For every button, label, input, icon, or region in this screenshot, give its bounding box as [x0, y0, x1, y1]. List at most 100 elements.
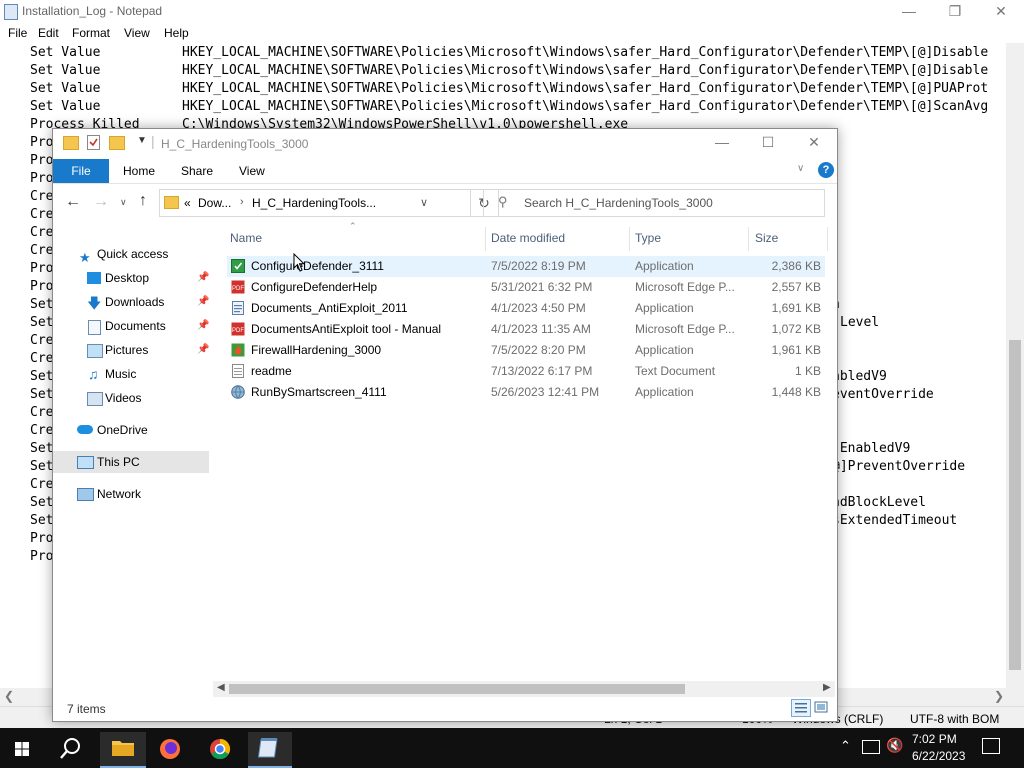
explorer-maximize-button[interactable]: ☐: [745, 131, 791, 154]
explorer-title: H_C_HardeningTools_3000: [161, 137, 308, 151]
menu-file[interactable]: File: [8, 26, 27, 40]
volume-muted-icon[interactable]: 🔇: [886, 737, 903, 754]
search-taskbar-button[interactable]: [50, 732, 90, 766]
nav-music[interactable]: ♫ Music: [53, 363, 209, 385]
file-row[interactable]: Documents_AntiExploit_2011 4/1/2023 4:50…: [227, 298, 825, 319]
menu-format[interactable]: Format: [72, 26, 110, 40]
address-dropdown-icon[interactable]: ∨: [420, 196, 428, 209]
menu-help[interactable]: Help: [164, 26, 189, 40]
folder-icon: [63, 136, 79, 150]
menu-view[interactable]: View: [124, 26, 150, 40]
log-fragment: Pro: [30, 134, 53, 152]
notepad-scroll-thumb[interactable]: [1009, 340, 1021, 670]
search-input[interactable]: Search H_C_HardeningTools_3000: [524, 196, 713, 210]
clock-time[interactable]: 7:02 PM: [912, 732, 957, 746]
nav-downloads[interactable]: 🡇 Downloads 📌: [53, 291, 209, 313]
file-explorer-taskbar-icon[interactable]: [100, 732, 146, 768]
tab-home[interactable]: Home: [123, 164, 155, 178]
column-divider[interactable]: [485, 227, 486, 251]
tab-share[interactable]: Share: [181, 164, 213, 178]
menu-edit[interactable]: Edit: [38, 26, 59, 40]
up-arrow-icon[interactable]: ↑: [139, 192, 147, 210]
new-folder-icon[interactable]: [109, 136, 125, 150]
notepad-maximize-button[interactable]: ❐: [932, 0, 978, 23]
start-button[interactable]: [2, 732, 42, 766]
star-icon: ★: [79, 247, 93, 259]
scroll-left-icon[interactable]: ❮: [4, 689, 14, 703]
file-row[interactable]: ConfigureDefender_3111 7/5/2022 8:19 PM …: [227, 256, 825, 277]
file-list-horizontal-scrollbar[interactable]: ◀ ▶: [213, 681, 835, 697]
explorer-minimize-button[interactable]: —: [699, 131, 745, 154]
properties-icon[interactable]: [87, 135, 100, 150]
column-divider[interactable]: [748, 227, 749, 251]
recent-locations-icon[interactable]: ∨: [120, 197, 127, 208]
tab-view[interactable]: View: [239, 164, 265, 178]
nav-quick-access[interactable]: ★ Quick access: [53, 243, 209, 265]
expand-ribbon-icon[interactable]: ∨: [797, 163, 804, 174]
address-bar[interactable]: « Dow... › H_C_HardeningTools... ∨: [159, 189, 471, 217]
pdf-icon: PDF: [231, 280, 245, 294]
pin-icon[interactable]: 📌: [197, 267, 209, 289]
horizontal-scroll-thumb[interactable]: [229, 684, 685, 694]
pin-icon[interactable]: 📌: [197, 339, 209, 361]
svg-text:PDF: PDF: [232, 328, 244, 334]
file-row[interactable]: PDF DocumentsAntiExploit tool - Manual 4…: [227, 319, 825, 340]
column-divider[interactable]: [629, 227, 630, 251]
log-fragment: Set: [30, 314, 53, 332]
nav-onedrive[interactable]: OneDrive: [53, 419, 209, 441]
column-type[interactable]: Type: [635, 231, 661, 249]
tab-file[interactable]: File: [53, 159, 109, 183]
column-date-modified[interactable]: Date modified: [491, 231, 565, 249]
details-view-icon[interactable]: [791, 699, 811, 717]
nav-desktop[interactable]: Desktop 📌: [53, 267, 209, 289]
search-box[interactable]: ⚲ Search H_C_HardeningTools_3000: [483, 189, 825, 217]
column-divider[interactable]: [827, 227, 828, 251]
download-icon: 🡇: [87, 292, 101, 304]
breadcrumb-separator-icon: ›: [240, 196, 244, 208]
pin-icon[interactable]: 📌: [197, 291, 209, 313]
chrome-taskbar-icon[interactable]: [200, 732, 240, 766]
explorer-close-button[interactable]: ✕: [791, 131, 837, 154]
scroll-right-icon[interactable]: ▶: [823, 682, 831, 693]
forward-arrow-icon[interactable]: →: [93, 193, 109, 211]
nav-this-pc[interactable]: This PC: [53, 451, 209, 473]
nav-documents[interactable]: Documents 📌: [53, 315, 209, 337]
firefox-taskbar-icon[interactable]: [150, 732, 190, 766]
computer-icon: [77, 456, 94, 469]
nav-pictures[interactable]: Pictures 📌: [53, 339, 209, 361]
file-row[interactable]: RunBySmartscreen_4111 5/26/2023 12:41 PM…: [227, 382, 825, 403]
pin-icon[interactable]: 📌: [197, 315, 209, 337]
pictures-icon: [87, 344, 103, 358]
notepad-taskbar-icon[interactable]: [248, 732, 292, 768]
file-row[interactable]: PDF ConfigureDefenderHelp 5/31/2021 6:32…: [227, 277, 825, 298]
log-fragment: Set: [30, 386, 53, 404]
log-fragment: Cre: [30, 206, 53, 224]
scroll-left-icon[interactable]: ◀: [217, 682, 225, 693]
help-icon[interactable]: ?: [818, 162, 834, 178]
show-hidden-icons-icon[interactable]: ⌃: [840, 738, 851, 754]
nav-network[interactable]: Network: [53, 483, 209, 505]
breadcrumb-downloads[interactable]: Dow...: [198, 196, 231, 210]
notepad-close-button[interactable]: ✕: [978, 0, 1024, 23]
notifications-icon[interactable]: [982, 738, 1000, 754]
clock-date[interactable]: 6/22/2023: [912, 749, 965, 763]
scroll-right-icon[interactable]: ❯: [994, 689, 1004, 703]
column-name[interactable]: Name: [230, 231, 262, 249]
file-row[interactable]: FirewallHardening_3000 7/5/2022 8:20 PM …: [227, 340, 825, 361]
network-status-icon[interactable]: [862, 740, 880, 754]
log-fragment: Level: [840, 314, 879, 332]
notepad-minimize-button[interactable]: —: [886, 0, 932, 23]
breadcrumb-current-folder[interactable]: H_C_HardeningTools...: [252, 196, 376, 210]
column-size[interactable]: Size: [755, 231, 778, 249]
nav-videos[interactable]: Videos: [53, 387, 209, 409]
breadcrumb-overflow-icon[interactable]: «: [184, 196, 191, 210]
cloud-icon: [77, 425, 93, 434]
file-row[interactable]: readme 7/13/2022 6:17 PM Text Document 1…: [227, 361, 825, 382]
mouse-cursor-icon: [293, 253, 305, 273]
back-arrow-icon[interactable]: ←: [65, 193, 81, 211]
log-fragment: Pro: [30, 170, 53, 188]
log-fragment: Set: [30, 512, 53, 530]
customize-toolbar-icon[interactable]: ▼: [137, 135, 147, 146]
notepad-title: Installation_Log - Notepad: [22, 4, 162, 18]
large-icons-view-icon[interactable]: [813, 700, 829, 714]
